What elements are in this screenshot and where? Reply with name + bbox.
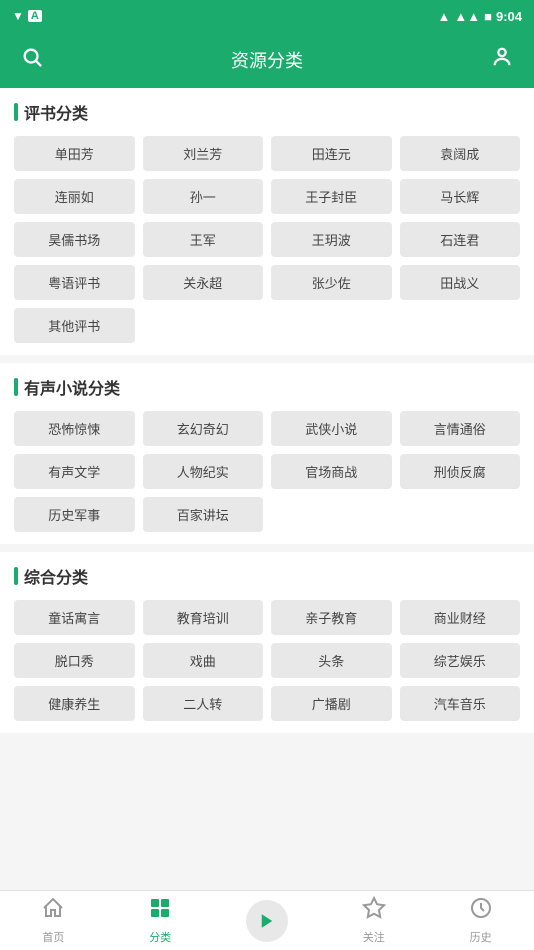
tag-guanyongchao[interactable]: 关永超 xyxy=(143,265,264,300)
tag-jiaoyupeixun[interactable]: 教育培训 xyxy=(143,600,264,635)
status-left: ▼ A xyxy=(12,9,42,23)
tag-lianliru[interactable]: 连丽如 xyxy=(14,179,135,214)
tag-qinzijiao[interactable]: 亲子教育 xyxy=(271,600,392,635)
notification-icon: ▼ xyxy=(12,9,24,23)
nav-home[interactable]: 首页 xyxy=(0,890,107,950)
wifi-icon: ▲ xyxy=(438,9,451,24)
tag-shilianjun[interactable]: 石连君 xyxy=(400,222,521,257)
tag-toutiao[interactable]: 头条 xyxy=(271,643,392,678)
category-icon xyxy=(148,896,172,926)
page-title: 资源分类 xyxy=(48,47,486,73)
nav-play[interactable] xyxy=(214,894,321,948)
tag-wuxia[interactable]: 武侠小说 xyxy=(271,411,392,446)
section-yousheng: 有声小说分类 恐怖惊悚 玄幻奇幻 武侠小说 言情通俗 有声文学 人物纪实 官场商… xyxy=(0,363,534,544)
tag-tianliangyuan[interactable]: 田连元 xyxy=(271,136,392,171)
section-title-pingshu: 评书分类 xyxy=(14,100,520,124)
tag-haorushuchang[interactable]: 昊儒书场 xyxy=(14,222,135,257)
time-display: 9:04 xyxy=(496,9,522,24)
bottom-nav: 首页 分类 关注 xyxy=(0,890,534,950)
follow-label: 关注 xyxy=(363,929,385,945)
main-content: 评书分类 单田芳 刘兰芳 田连元 袁阔成 连丽如 孙一 王子封臣 马长辉 昊儒书… xyxy=(0,88,534,801)
home-label: 首页 xyxy=(42,929,64,945)
tag-yanqing[interactable]: 言情通俗 xyxy=(400,411,521,446)
tag-shangyecaijing[interactable]: 商业财经 xyxy=(400,600,521,635)
tag-lishijunshi[interactable]: 历史军事 xyxy=(14,497,135,532)
section-pingshufenlei: 评书分类 单田芳 刘兰芳 田连元 袁阔成 连丽如 孙一 王子封臣 马长辉 昊儒书… xyxy=(0,88,534,355)
tag-xingzhenfanfu[interactable]: 刑侦反腐 xyxy=(400,454,521,489)
tag-zongyiyule[interactable]: 综艺娱乐 xyxy=(400,643,521,678)
tag-tonghua[interactable]: 童话寓言 xyxy=(14,600,135,635)
tag-grid-zonghe: 童话寓言 教育培训 亲子教育 商业财经 脱口秀 戏曲 头条 综艺娱乐 健康养生 … xyxy=(14,600,520,721)
category-label: 分类 xyxy=(149,929,171,945)
nav-category[interactable]: 分类 xyxy=(107,890,214,950)
tag-tianzhanyi[interactable]: 田战义 xyxy=(400,265,521,300)
app-icon: A xyxy=(28,10,42,22)
tag-liulanfang[interactable]: 刘兰芳 xyxy=(143,136,264,171)
tag-dantianfang[interactable]: 单田芳 xyxy=(14,136,135,171)
app-header: 资源分类 xyxy=(0,32,534,88)
nav-history[interactable]: 历史 xyxy=(427,890,534,950)
status-right: ▲ ▲▲ ■ 9:04 xyxy=(438,9,523,24)
tag-guangboju[interactable]: 广播剧 xyxy=(271,686,392,721)
history-icon xyxy=(469,896,493,926)
tag-youshengwenxue[interactable]: 有声文学 xyxy=(14,454,135,489)
tag-jiankang[interactable]: 健康养生 xyxy=(14,686,135,721)
tag-errenzhuan[interactable]: 二人转 xyxy=(143,686,264,721)
tag-sunyi[interactable]: 孙一 xyxy=(143,179,264,214)
tag-qitapingshu[interactable]: 其他评书 xyxy=(14,308,135,343)
tag-yuankuocheng[interactable]: 袁阔成 xyxy=(400,136,521,171)
battery-icon: ■ xyxy=(484,9,492,24)
tag-wangzifengchen[interactable]: 王子封臣 xyxy=(271,179,392,214)
tag-machanghui[interactable]: 马长辉 xyxy=(400,179,521,214)
tag-baijiajiangtan[interactable]: 百家讲坛 xyxy=(143,497,264,532)
status-bar: ▼ A ▲ ▲▲ ■ 9:04 xyxy=(0,0,534,32)
section-zonghe: 综合分类 童话寓言 教育培训 亲子教育 商业财经 脱口秀 戏曲 头条 综艺娱乐 … xyxy=(0,552,534,733)
tag-tuokoushou[interactable]: 脱口秀 xyxy=(14,643,135,678)
section-title-yousheng: 有声小说分类 xyxy=(14,375,520,399)
tag-grid-pingshu: 单田芳 刘兰芳 田连元 袁阔成 连丽如 孙一 王子封臣 马长辉 昊儒书场 王军 … xyxy=(14,136,520,343)
tag-yueyupingshu[interactable]: 粤语评书 xyxy=(14,265,135,300)
section-title-zonghe: 综合分类 xyxy=(14,564,520,588)
tag-guanchangshangzhan[interactable]: 官场商战 xyxy=(271,454,392,489)
user-button[interactable] xyxy=(486,46,518,74)
home-icon xyxy=(41,896,65,926)
tag-wangjun[interactable]: 王军 xyxy=(143,222,264,257)
history-label: 历史 xyxy=(470,929,492,945)
play-button[interactable] xyxy=(246,900,288,942)
tag-xuanhuanqihuan[interactable]: 玄幻奇幻 xyxy=(143,411,264,446)
tag-kongbulingjing[interactable]: 恐怖惊悚 xyxy=(14,411,135,446)
search-button[interactable] xyxy=(16,46,48,74)
tag-zhangshaozhuo[interactable]: 张少佐 xyxy=(271,265,392,300)
tag-renwuji[interactable]: 人物纪实 xyxy=(143,454,264,489)
follow-icon xyxy=(362,896,386,926)
nav-follow[interactable]: 关注 xyxy=(320,890,427,950)
tag-grid-yousheng: 恐怖惊悚 玄幻奇幻 武侠小说 言情通俗 有声文学 人物纪实 官场商战 刑侦反腐 … xyxy=(14,411,520,532)
signal-icon: ▲▲ xyxy=(454,9,480,24)
tag-xiqu[interactable]: 戏曲 xyxy=(143,643,264,678)
tag-wangyuebo[interactable]: 王玥波 xyxy=(271,222,392,257)
tag-qicheyinyue[interactable]: 汽车音乐 xyxy=(400,686,521,721)
